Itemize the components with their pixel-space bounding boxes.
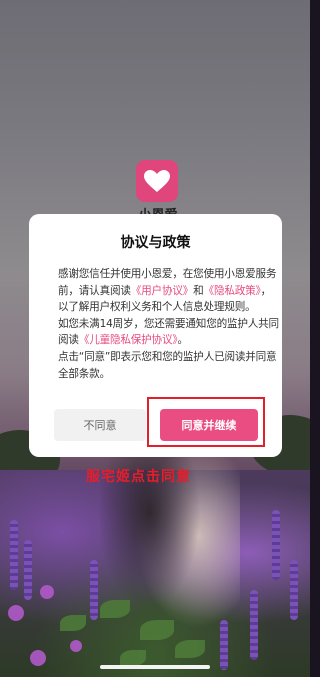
flower bbox=[40, 585, 54, 599]
dialog-title: 协议与政策 bbox=[120, 235, 191, 251]
leaf bbox=[60, 615, 86, 631]
lavender-stem bbox=[220, 620, 228, 670]
lavender-stem bbox=[290, 560, 298, 620]
heart-icon bbox=[144, 170, 170, 192]
leaf bbox=[175, 640, 205, 658]
body-text: 。 bbox=[177, 334, 188, 347]
home-indicator bbox=[100, 665, 210, 669]
leaf bbox=[120, 650, 146, 666]
app-logo bbox=[136, 160, 178, 202]
dialog-body: 感谢您信任并使用小恩爱，在您使用小恩爱服务前，请认真阅读《用户协议》和《隐私政策… bbox=[58, 266, 280, 382]
user-agreement-link[interactable]: 《用户协议》 bbox=[131, 285, 194, 297]
annotation-text: 服宅姬点击同意 bbox=[86, 469, 191, 485]
leaf bbox=[140, 620, 174, 640]
lavender-stem bbox=[90, 560, 98, 620]
privacy-policy-link[interactable]: 《隐私政策》 bbox=[204, 285, 261, 297]
leaf bbox=[100, 600, 130, 618]
lavender-stem bbox=[24, 540, 32, 600]
lavender-stem bbox=[250, 590, 258, 660]
flower bbox=[8, 605, 24, 621]
flower bbox=[30, 650, 46, 666]
disagree-button[interactable]: 不同意 bbox=[54, 409, 146, 441]
body-text: 点击“同意”即表示您和您的监护人已阅读并同意全部条款。 bbox=[58, 350, 277, 380]
lavender-stem bbox=[10, 520, 18, 590]
body-text: 和 bbox=[193, 284, 204, 297]
child-privacy-link[interactable]: 《儿童隐私保护协议》 bbox=[79, 334, 178, 346]
highlight-box bbox=[147, 397, 265, 447]
flower bbox=[70, 640, 82, 652]
lavender-stem bbox=[272, 510, 280, 580]
